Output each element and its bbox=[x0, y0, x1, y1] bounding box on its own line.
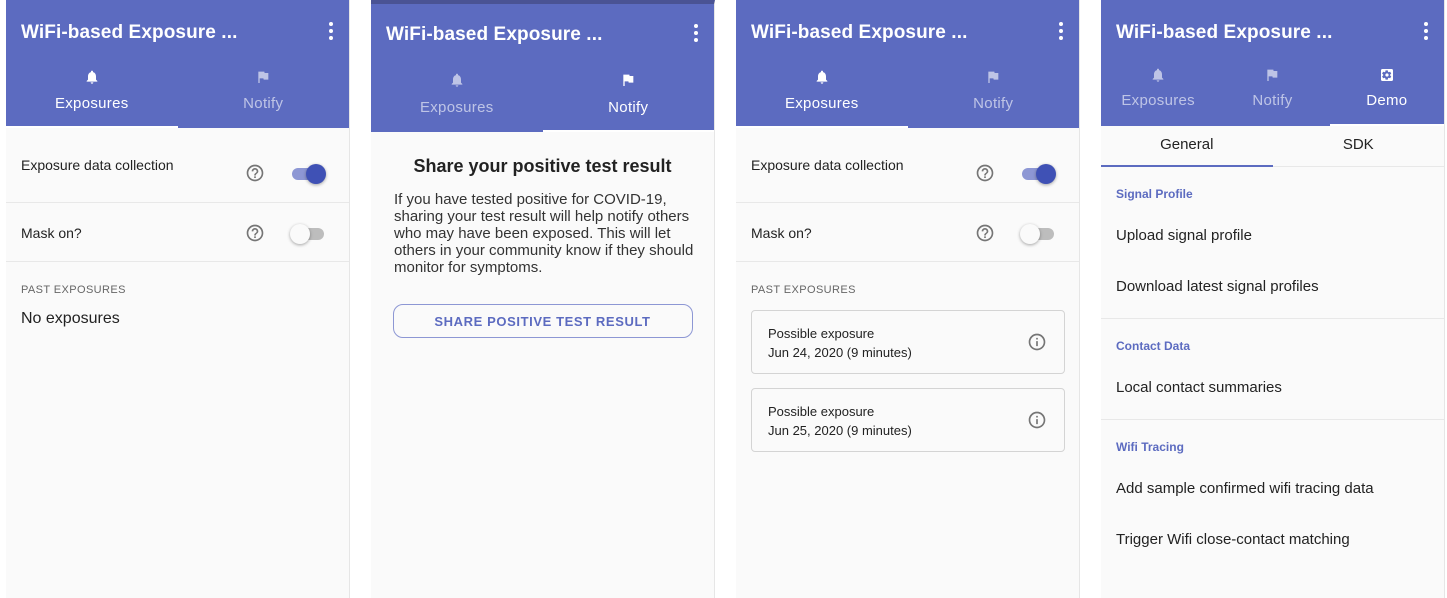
past-exposures-caption: PAST EXPOSURES bbox=[21, 284, 126, 296]
past-exposures-caption: PAST EXPOSURES bbox=[751, 284, 856, 296]
section-wifi-tracing: Wifi Tracing Add sample confirmed wifi t… bbox=[1101, 440, 1444, 571]
tab-exposures[interactable]: Exposures bbox=[736, 62, 908, 128]
toolbar: WiFi-based Exposure ... bbox=[1101, 0, 1444, 62]
add-sample-wifi-data-item[interactable]: Add sample confirmed wifi tracing data bbox=[1116, 463, 1444, 514]
setting-label: Exposure data collection bbox=[21, 157, 174, 173]
tab-notify[interactable]: Notify bbox=[178, 62, 350, 128]
tab-label: Notify bbox=[973, 95, 1014, 112]
tab-bar: Exposures Notify bbox=[371, 62, 714, 132]
bell-icon bbox=[86, 70, 98, 84]
toolbar: WiFi-based Exposure ... bbox=[736, 0, 1079, 62]
section-heading: Wifi Tracing bbox=[1116, 440, 1184, 454]
settings-list: Exposure data collection Mask on? bbox=[736, 128, 1079, 262]
trigger-wifi-matching-item[interactable]: Trigger Wifi close-contact matching bbox=[1116, 514, 1444, 565]
section-heading: Contact Data bbox=[1116, 339, 1191, 353]
screen-notify: WiFi-based Exposure ... Exposures Notify… bbox=[371, 0, 715, 598]
tab-label: Notify bbox=[243, 95, 284, 112]
setting-mask-on: Mask on? bbox=[736, 203, 1079, 262]
toolbar: WiFi-based Exposure ... bbox=[6, 0, 349, 62]
tab-label: Notify bbox=[608, 99, 649, 116]
mask-on-switch[interactable] bbox=[290, 223, 326, 244]
section-signal-profile: Signal Profile Upload signal profile Dow… bbox=[1101, 187, 1444, 319]
setting-exposure-collection: Exposure data collection bbox=[736, 128, 1079, 203]
section-contact-data: Contact Data Local contact summaries bbox=[1101, 339, 1444, 420]
more-vert-icon[interactable] bbox=[327, 22, 335, 42]
screen-exposures-list: WiFi-based Exposure ... Exposures Notify… bbox=[736, 0, 1080, 598]
exposure-date: Jun 24, 2020 (9 minutes) bbox=[768, 345, 912, 360]
tab-exposures[interactable]: Exposures bbox=[1101, 62, 1215, 126]
more-vert-icon[interactable] bbox=[692, 24, 700, 44]
screen-demo: WiFi-based Exposure ... Exposures Notify… bbox=[1101, 0, 1445, 598]
app-title: WiFi-based Exposure ... bbox=[21, 22, 238, 43]
flag-icon bbox=[1267, 69, 1278, 81]
mask-on-switch[interactable] bbox=[1020, 223, 1056, 244]
exposure-card[interactable]: Possible exposure Jun 25, 2020 (9 minute… bbox=[751, 388, 1065, 452]
tab-demo[interactable]: Demo bbox=[1329, 62, 1444, 126]
bell-icon bbox=[451, 73, 463, 87]
help-circle-icon[interactable] bbox=[975, 223, 995, 243]
info-circle-icon[interactable] bbox=[1027, 332, 1047, 352]
setting-label: Mask on? bbox=[751, 225, 812, 241]
app-title: WiFi-based Exposure ... bbox=[751, 22, 968, 43]
subtab-sdk[interactable]: SDK bbox=[1273, 126, 1445, 166]
flag-icon bbox=[258, 71, 269, 83]
tab-label: Exposures bbox=[1121, 92, 1195, 109]
app-bar: WiFi-based Exposure ... Exposures Notify bbox=[371, 4, 714, 132]
flag-icon bbox=[623, 74, 634, 86]
upload-signal-profile-item[interactable]: Upload signal profile bbox=[1116, 210, 1444, 261]
info-circle-icon[interactable] bbox=[1027, 410, 1047, 430]
local-contact-summaries-item[interactable]: Local contact summaries bbox=[1116, 362, 1444, 413]
toolbar: WiFi-based Exposure ... bbox=[371, 4, 714, 62]
tab-label: Exposures bbox=[419, 99, 494, 116]
demo-subtab-bar: General SDK bbox=[1101, 126, 1444, 167]
no-exposures-text: No exposures bbox=[21, 310, 120, 327]
tab-label: Exposures bbox=[784, 95, 859, 112]
tab-notify[interactable]: Notify bbox=[542, 62, 715, 132]
tab-label: Exposures bbox=[54, 95, 129, 112]
app-bar: WiFi-based Exposure ... Exposures Notify… bbox=[1101, 0, 1444, 126]
exposure-date: Jun 25, 2020 (9 minutes) bbox=[768, 423, 912, 438]
more-vert-icon[interactable] bbox=[1057, 22, 1065, 42]
share-description: If you have tested positive for COVID-19… bbox=[394, 191, 694, 276]
exposure-card[interactable]: Possible exposure Jun 24, 2020 (9 minute… bbox=[751, 310, 1065, 374]
screen-exposures-empty: WiFi-based Exposure ... Exposures Notify… bbox=[6, 0, 350, 598]
more-vert-icon[interactable] bbox=[1422, 22, 1430, 42]
tab-bar: Exposures Notify bbox=[6, 62, 349, 128]
setting-exposure-collection: Exposure data collection bbox=[6, 128, 349, 203]
tab-exposures[interactable]: Exposures bbox=[6, 62, 178, 128]
app-title: WiFi-based Exposure ... bbox=[386, 24, 603, 45]
exposure-title: Possible exposure bbox=[768, 326, 875, 341]
exposure-collection-switch[interactable] bbox=[290, 163, 326, 184]
settings-list: Exposure data collection Mask on? bbox=[6, 128, 349, 262]
app-title: WiFi-based Exposure ... bbox=[1116, 22, 1333, 43]
bell-icon bbox=[1152, 68, 1164, 82]
setting-label: Exposure data collection bbox=[751, 157, 904, 173]
section-heading: Signal Profile bbox=[1116, 187, 1193, 201]
setting-mask-on: Mask on? bbox=[6, 203, 349, 262]
download-signal-profiles-item[interactable]: Download latest signal profiles bbox=[1116, 261, 1444, 312]
tab-bar: Exposures Notify Demo bbox=[1101, 62, 1444, 126]
help-circle-icon[interactable] bbox=[245, 163, 265, 183]
app-bar: WiFi-based Exposure ... Exposures Notify bbox=[6, 0, 349, 128]
gear-icon bbox=[1380, 69, 1393, 81]
help-circle-icon[interactable] bbox=[245, 223, 265, 243]
tab-label: Demo bbox=[1366, 92, 1408, 109]
share-positive-test-button[interactable]: SHARE POSITIVE TEST RESULT bbox=[392, 304, 693, 338]
tab-notify[interactable]: Notify bbox=[1215, 62, 1329, 126]
bell-icon bbox=[816, 70, 828, 84]
help-circle-icon[interactable] bbox=[975, 163, 995, 183]
tab-bar: Exposures Notify bbox=[736, 62, 1079, 128]
exposure-collection-switch[interactable] bbox=[1020, 163, 1056, 184]
flag-icon bbox=[988, 71, 999, 83]
setting-label: Mask on? bbox=[21, 225, 82, 241]
app-bar: WiFi-based Exposure ... Exposures Notify bbox=[736, 0, 1079, 128]
tab-label: Notify bbox=[1252, 92, 1293, 109]
tab-notify[interactable]: Notify bbox=[908, 62, 1080, 128]
exposure-title: Possible exposure bbox=[768, 404, 875, 419]
share-title: Share your positive test result bbox=[413, 156, 672, 176]
tab-exposures[interactable]: Exposures bbox=[371, 62, 543, 132]
subtab-general[interactable]: General bbox=[1101, 126, 1273, 167]
